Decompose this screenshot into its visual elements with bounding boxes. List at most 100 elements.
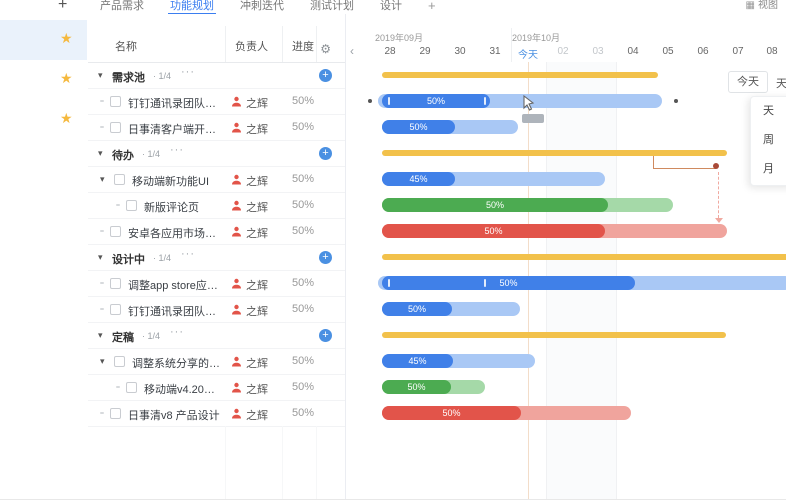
drag-handle[interactable] bbox=[100, 100, 104, 102]
gantt-task-bar[interactable]: 50% bbox=[382, 406, 631, 420]
zoom-scale-button[interactable]: 天 bbox=[776, 75, 786, 91]
gantt-task-bar[interactable]: 45% bbox=[382, 172, 605, 186]
drag-handle[interactable] bbox=[100, 412, 104, 414]
tab-item[interactable]: 设计 bbox=[378, 0, 404, 15]
group-count: · 1/4 bbox=[153, 253, 171, 263]
task-row[interactable]: 新版评论页之辉50% bbox=[88, 193, 345, 219]
month-label: 2019年09月 bbox=[375, 31, 423, 44]
add-task-button[interactable]: + bbox=[319, 329, 332, 342]
group-name: 待办 bbox=[112, 147, 134, 163]
gantt-task-bar[interactable]: 50% bbox=[382, 380, 485, 394]
gantt-group-bar[interactable] bbox=[382, 332, 726, 338]
task-checkbox[interactable] bbox=[110, 278, 121, 289]
add-project-button[interactable]: + bbox=[58, 0, 67, 14]
drag-handle[interactable] bbox=[116, 386, 120, 388]
avatar bbox=[231, 96, 246, 110]
tab-item[interactable]: 冲刺迭代 bbox=[238, 0, 286, 15]
day-label: 06 bbox=[688, 46, 718, 57]
task-row[interactable]: 日事清客户端开机屏之辉50% bbox=[88, 115, 345, 141]
gear-icon[interactable]: ⚙ bbox=[320, 42, 331, 56]
task-row[interactable]: 调整app store应用截图...之辉50% bbox=[88, 271, 345, 297]
caret-down-icon[interactable]: ▾ bbox=[100, 356, 105, 367]
gantt-task-bar[interactable]: 45% bbox=[382, 354, 535, 368]
table-header: 名称 负责人 进度 ⚙ bbox=[88, 14, 345, 63]
dropdown-item-周[interactable]: 周 bbox=[751, 126, 786, 155]
task-row[interactable]: ▾移动端新功能UI之辉50% bbox=[88, 167, 345, 193]
add-task-button[interactable]: + bbox=[319, 147, 332, 160]
dropdown-item-天[interactable]: 天 bbox=[751, 97, 786, 126]
column-header-owner: 负责人 bbox=[235, 38, 268, 54]
drag-handle[interactable] bbox=[100, 282, 104, 284]
bar-resize-handle[interactable] bbox=[388, 279, 390, 287]
gantt-group-bar[interactable] bbox=[382, 254, 786, 260]
bar-endpoint-dot[interactable] bbox=[674, 99, 678, 103]
collapse-table-button[interactable]: ‹ bbox=[350, 44, 354, 58]
rail-project-item[interactable]: ★ bbox=[0, 100, 87, 140]
task-row[interactable]: 安卓各应用市场截图尺寸之辉50% bbox=[88, 219, 345, 245]
task-row[interactable]: ▾调整系统分享的设计图之辉50% bbox=[88, 349, 345, 375]
task-row[interactable]: 钉钉通讯录团队的条件...之辉50% bbox=[88, 89, 345, 115]
drag-handle[interactable] bbox=[100, 126, 104, 128]
more-menu-icon[interactable]: ··· bbox=[170, 326, 184, 338]
task-checkbox[interactable] bbox=[126, 200, 137, 211]
task-checkbox[interactable] bbox=[114, 174, 125, 185]
gantt-task-bar[interactable]: 50% bbox=[382, 224, 727, 238]
task-checkbox[interactable] bbox=[110, 96, 121, 107]
caret-down-icon[interactable]: ▾ bbox=[98, 252, 103, 263]
gantt-task-bar-fill: 45% bbox=[382, 172, 455, 186]
gantt-group-bar[interactable] bbox=[382, 72, 658, 78]
add-tab-button[interactable]: + bbox=[426, 0, 438, 15]
tab-active[interactable]: 功能规划 bbox=[168, 0, 216, 15]
task-checkbox[interactable] bbox=[110, 304, 121, 315]
caret-down-icon[interactable]: ▾ bbox=[98, 148, 103, 159]
gantt-task-bar[interactable]: 50% bbox=[382, 302, 520, 316]
add-task-button[interactable]: + bbox=[319, 69, 332, 82]
task-checkbox[interactable] bbox=[110, 408, 121, 419]
drag-handle[interactable] bbox=[100, 308, 104, 310]
group-row[interactable]: ▾定稿· 1/4···+ bbox=[88, 323, 345, 349]
owner-cell: 之辉 bbox=[231, 173, 268, 189]
group-row[interactable]: ▾ 待办 · 1/4 ··· + bbox=[88, 141, 345, 167]
task-checkbox[interactable] bbox=[110, 122, 121, 133]
add-task-button[interactable]: + bbox=[319, 251, 332, 264]
rail-project-item[interactable]: ★ bbox=[0, 60, 87, 100]
drag-handle[interactable] bbox=[100, 230, 104, 232]
gantt-task-bar[interactable]: 50% bbox=[378, 276, 786, 290]
task-checkbox[interactable] bbox=[126, 382, 137, 393]
group-count: · 1/4 bbox=[142, 149, 160, 159]
gantt-task-bar[interactable]: 50% bbox=[382, 120, 518, 134]
more-menu-icon[interactable]: ··· bbox=[181, 66, 195, 78]
caret-down-icon[interactable]: ▾ bbox=[100, 174, 105, 185]
gantt-task-bar[interactable]: 50% bbox=[382, 198, 673, 212]
task-row[interactable]: 移动端v4.20设计之辉50% bbox=[88, 375, 345, 401]
task-name: 钉钉通讯录团队的条件... bbox=[128, 95, 224, 111]
task-name: 移动端新功能UI bbox=[132, 173, 209, 189]
scroll-to-today-button[interactable]: 今天 bbox=[728, 71, 768, 93]
bar-resize-handle[interactable] bbox=[484, 97, 486, 105]
task-checkbox[interactable] bbox=[114, 356, 125, 367]
more-menu-icon[interactable]: ··· bbox=[170, 144, 184, 156]
caret-down-icon[interactable]: ▾ bbox=[98, 70, 103, 81]
dropdown-item-月[interactable]: 月 bbox=[751, 155, 786, 184]
progress-value: 50% bbox=[292, 303, 314, 315]
bar-resize-handle[interactable] bbox=[388, 97, 390, 105]
group-row[interactable]: ▾需求池· 1/4···+ bbox=[88, 63, 345, 89]
task-row[interactable]: 钉钉通讯录团队的条件.之辉50% bbox=[88, 297, 345, 323]
gantt-group-bar[interactable] bbox=[382, 150, 727, 156]
tab-item[interactable]: 测试计划 bbox=[308, 0, 356, 15]
star-icon: ★ bbox=[60, 71, 73, 85]
rail-project-item[interactable]: ★ bbox=[0, 20, 87, 60]
tab-item[interactable]: 产品需求 bbox=[98, 0, 146, 15]
owner-cell: 之辉 bbox=[231, 199, 268, 215]
task-row[interactable]: 日事清v8 产品设计之辉50% bbox=[88, 401, 345, 427]
view-button[interactable]: ▦视图 bbox=[746, 0, 778, 12]
bar-endpoint-dot[interactable] bbox=[368, 99, 372, 103]
task-checkbox[interactable] bbox=[110, 226, 121, 237]
column-divider bbox=[225, 426, 226, 499]
drag-handle[interactable] bbox=[116, 204, 120, 206]
bar-resize-handle[interactable] bbox=[484, 279, 486, 287]
more-menu-icon[interactable]: ··· bbox=[181, 248, 195, 260]
task-name: 日事清v8 产品设计 bbox=[128, 407, 220, 423]
caret-down-icon[interactable]: ▾ bbox=[98, 330, 103, 341]
group-row[interactable]: ▾设计中· 1/4···+ bbox=[88, 245, 345, 271]
